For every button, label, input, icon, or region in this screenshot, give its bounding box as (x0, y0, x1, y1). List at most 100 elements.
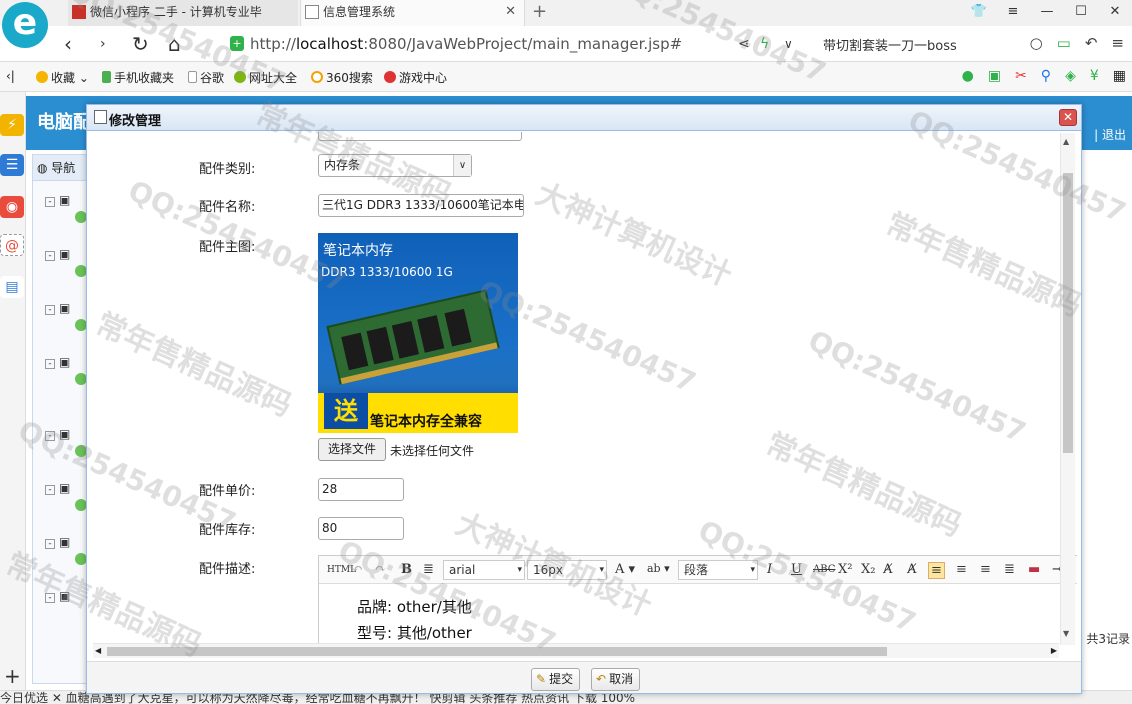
close-icon[interactable]: ✕ (1098, 0, 1132, 26)
strikethrough-button[interactable]: ABC (813, 564, 835, 575)
nav-tree-node[interactable]: - ▣ (45, 589, 89, 605)
magnifier-icon[interactable]: ⚲ (1041, 68, 1051, 84)
image-insert-icon[interactable]: ▬ (1028, 562, 1040, 577)
browser-logo-icon[interactable]: e (2, 2, 48, 48)
scroll-thumb[interactable] (107, 647, 887, 656)
price-input[interactable]: 28 (318, 478, 404, 501)
gamepad-icon[interactable]: ◈ (1065, 68, 1076, 84)
close-tab-icon[interactable]: ✕ (505, 0, 516, 24)
product-image: 笔记本内存 DDR3 1333/10600 1G 送 笔记本内存全兼容 (318, 233, 518, 433)
refresh-icon[interactable]: ↻ (132, 32, 149, 56)
ram-module (326, 289, 500, 385)
nav-tree-node[interactable]: - ▣ (45, 427, 89, 443)
highlight-button[interactable]: ab ▾ (647, 562, 670, 575)
extension-chat-icon[interactable]: ▣ (988, 68, 1001, 84)
battery-icon[interactable]: ▭ (1057, 34, 1071, 52)
menu-icon[interactable]: ≡ (1111, 34, 1124, 52)
bookmark-game-center[interactable]: 游戏中心 (384, 69, 447, 86)
submit-button[interactable]: ✎ 提交 (531, 668, 581, 691)
sidebar-toggle-icon[interactable]: ‹| (6, 69, 15, 83)
scroll-down-icon[interactable]: ▼ (1063, 629, 1069, 638)
document-sidebar-icon[interactable]: ▤ (0, 276, 24, 298)
lightning-sidebar-icon[interactable]: ⚡ (0, 114, 24, 136)
previous-field[interactable] (318, 132, 522, 141)
align-center-icon[interactable]: ≡ (956, 562, 967, 577)
paragraph-select[interactable]: 段落 ▾ (678, 560, 758, 580)
editor-toolbar: HTML ↶ ↷ B ≣ arial ▾ 16px ▾ A ▾ ab ▾ 段落 ▾ I… (319, 556, 1077, 584)
subscript-button[interactable]: X₂ (861, 562, 875, 577)
underline-button[interactable]: U (791, 562, 802, 577)
category-select[interactable]: 内存条 ∨ (318, 154, 472, 177)
cards-sidebar-icon[interactable]: ☰ (0, 154, 24, 176)
lightning-icon[interactable]: ϟ (760, 36, 769, 52)
bookmark-google[interactable]: 谷歌 (188, 69, 224, 86)
horizontal-scrollbar[interactable]: ◀ ▶ (93, 643, 1059, 658)
search-icon[interactable]: ○ (1030, 34, 1043, 52)
share-icon[interactable]: ⋖ (738, 36, 750, 52)
yen-icon[interactable]: ¥ (1090, 68, 1099, 84)
scissors-icon[interactable]: ✂ (1015, 68, 1027, 84)
nav-tree-node[interactable]: - ▣ (45, 301, 89, 317)
italic-button[interactable]: I (767, 562, 772, 577)
add-sidebar-icon[interactable]: + (4, 664, 21, 688)
nav-tree-node[interactable]: - ▣ (45, 535, 89, 551)
stock-input[interactable]: 80 (318, 517, 404, 540)
undo-icon[interactable]: ↶ (1085, 34, 1098, 52)
back-icon[interactable]: ‹ (64, 32, 72, 56)
mail-sidebar-icon[interactable]: @ (0, 234, 24, 256)
font-family-select[interactable]: arial ▾ (443, 560, 525, 580)
extension-green-icon[interactable]: ● (962, 68, 974, 84)
weibo-sidebar-icon[interactable]: ◉ (0, 196, 24, 218)
rich-text-editor[interactable]: HTML ↶ ↷ B ≣ arial ▾ 16px ▾ A ▾ ab ▾ 段落 ▾ I… (318, 555, 1077, 654)
scroll-thumb[interactable] (1063, 173, 1073, 453)
font-size-select[interactable]: 16px ▾ (527, 560, 607, 580)
dialog-close-button[interactable]: ✕ (1059, 109, 1077, 126)
bookmark-favorites[interactable]: 收藏 ⌄ (36, 69, 89, 86)
cancel-button[interactable]: ↶ 取消 (591, 668, 641, 691)
home-icon[interactable]: ⌂ (168, 32, 181, 56)
bold-button[interactable]: B (401, 562, 412, 577)
align-right-icon[interactable]: ≡ (980, 562, 991, 577)
new-tab-icon[interactable]: + (532, 0, 547, 24)
scroll-right-icon[interactable]: ▶ (1051, 646, 1057, 655)
format-icon[interactable]: ≣ (423, 562, 434, 577)
dialog-body[interactable]: 配件类别: 内存条 ∨ 配件名称: 三代1G DDR3 1333/10600笔记本… (91, 132, 1077, 654)
shirt-icon[interactable]: 👕 (962, 0, 996, 26)
bookmark-360-search[interactable]: 360搜索 (311, 69, 373, 86)
pencil-icon: ✎ (536, 672, 547, 686)
nav-tree-node[interactable]: - ▣ (45, 193, 89, 209)
justify-icon[interactable]: ≣ (1004, 562, 1015, 577)
chevron-down-icon[interactable]: ∨ (784, 37, 793, 51)
scroll-left-icon[interactable]: ◀ (95, 646, 101, 655)
font-color-button[interactable]: A ▾ (615, 562, 635, 577)
file-status: 未选择任何文件 (390, 444, 475, 458)
bookmark-mobile[interactable]: 手机收藏夹 (102, 69, 174, 86)
nav-tree-node[interactable]: - ▣ (45, 355, 89, 371)
name-input[interactable]: 三代1G DDR3 1333/10600笔记本电 (318, 194, 524, 217)
bookmark-url-portal[interactable]: 网址大全 (234, 69, 297, 86)
redo-icon[interactable]: ↷ (375, 562, 386, 577)
search-suggestion[interactable]: 带切割套装一刀一boss (823, 35, 957, 54)
grid-icon[interactable]: ▦ (1113, 68, 1126, 84)
tab-info-system[interactable]: 信息管理系统 ✕ (300, 0, 525, 26)
url-field[interactable]: http://localhost:8080/JavaWebProject/mai… (250, 35, 682, 53)
clear-format-icon[interactable]: Ⱥ (883, 562, 892, 577)
minimize-icon[interactable]: — (1030, 0, 1064, 26)
tab-wechat[interactable]: 微信小程序 二手 - 计算机专业毕 (68, 0, 298, 26)
menu-icon[interactable]: ≡ (996, 0, 1030, 26)
nav-panel: ◍ 导航 - ▣ - ▣ - ▣ - ▣ - ▣ - ▣ - ▣ - ▣ (32, 154, 90, 684)
format-painter-icon[interactable]: Ⱥ (907, 562, 916, 577)
undo-icon[interactable]: ↶ (352, 562, 363, 577)
nav-tree-node[interactable]: - ▣ (45, 481, 89, 497)
superscript-button[interactable]: X² (838, 562, 852, 577)
nav-header: ◍ 导航 (33, 155, 89, 181)
logout-link[interactable]: | 退出 (1094, 126, 1126, 143)
choose-file-button[interactable]: 选择文件 (318, 438, 386, 461)
scroll-up-icon[interactable]: ▲ (1063, 137, 1069, 146)
vertical-scrollbar[interactable]: ▲ ▼ (1060, 133, 1075, 645)
nav-tree-node[interactable]: - ▣ (45, 247, 89, 263)
forward-icon[interactable]: › (100, 36, 106, 52)
align-left-icon[interactable]: ≡ (928, 562, 945, 579)
maximize-icon[interactable]: ☐ (1064, 0, 1098, 26)
browser-sidebar: ⚡ ☰ ◉ @ ▤ + (0, 92, 26, 704)
